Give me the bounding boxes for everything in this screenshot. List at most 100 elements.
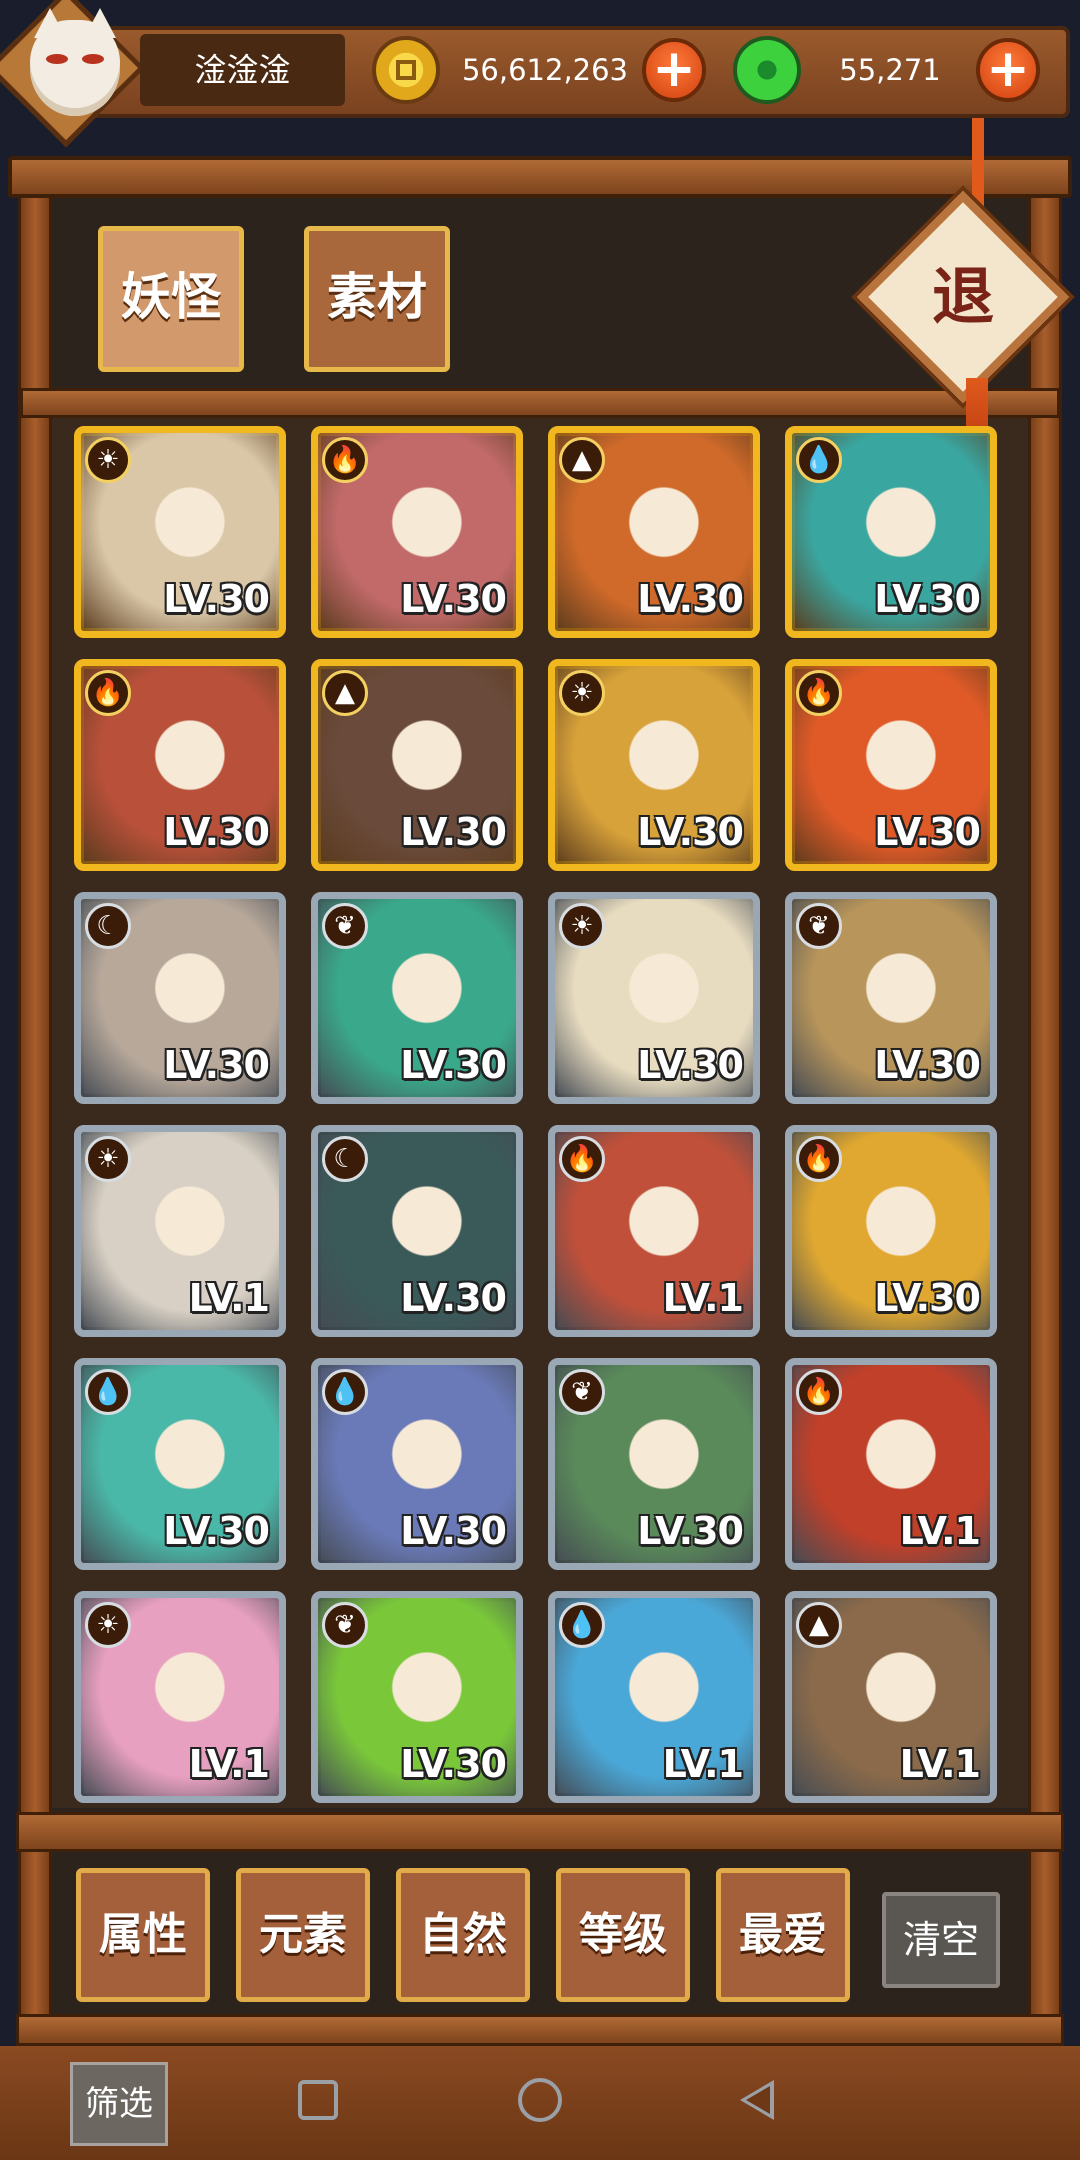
wood-element-icon: ❦ — [796, 903, 842, 949]
fire-element-icon: 🔥 — [796, 670, 842, 716]
yokai-card[interactable]: ❦ LV.30 — [548, 1358, 760, 1570]
yokai-card[interactable]: 🔥 LV.30 — [311, 426, 523, 638]
yokai-card[interactable]: 🔥 LV.1 — [785, 1358, 997, 1570]
fire-element-icon: 🔥 — [796, 1136, 842, 1182]
board-left-post — [18, 195, 52, 2055]
water-element-icon: 💧 — [796, 437, 842, 483]
yokai-card[interactable]: ☀ LV.30 — [74, 426, 286, 638]
earth-element-icon: ▲ — [322, 670, 368, 716]
yokai-level-label: LV.1 — [899, 1509, 981, 1553]
yokai-card[interactable]: ❦ LV.30 — [785, 892, 997, 1104]
water-element-icon: 💧 — [85, 1369, 131, 1415]
jade-coin-icon — [733, 36, 801, 104]
board-mid-beam — [20, 388, 1060, 418]
yokai-level-label: LV.30 — [400, 810, 507, 854]
yokai-level-label: LV.30 — [400, 1742, 507, 1786]
sun-element-icon: ☀ — [559, 903, 605, 949]
fox-mask-icon[interactable] — [30, 8, 120, 116]
top-bar: 淦淦淦 56,612,263 + 55,271 + — [0, 0, 1080, 148]
triangle-back-icon[interactable] — [740, 2080, 774, 2120]
yokai-level-label: LV.30 — [637, 1043, 744, 1087]
gold-coin-icon — [372, 36, 440, 104]
sun-element-icon: ☀ — [85, 1136, 131, 1182]
yokai-level-label: LV.30 — [400, 1043, 507, 1087]
add-gold-button[interactable]: + — [642, 38, 706, 102]
yokai-level-label: LV.30 — [637, 1509, 744, 1553]
yokai-card[interactable]: ☀ LV.1 — [74, 1125, 286, 1337]
gold-amount: 56,612,263 — [461, 53, 629, 87]
yokai-card[interactable]: 💧 LV.30 — [311, 1358, 523, 1570]
filter-attribute-button[interactable]: 属性 — [76, 1868, 210, 2002]
yokai-card[interactable]: ☀ LV.30 — [548, 892, 760, 1104]
yokai-card[interactable]: ❦ LV.30 — [311, 892, 523, 1104]
yokai-level-label: LV.1 — [188, 1276, 270, 1320]
circle-icon[interactable] — [518, 2078, 562, 2122]
yokai-card[interactable]: 💧 LV.1 — [548, 1591, 760, 1803]
yokai-level-label: LV.30 — [163, 1043, 270, 1087]
moon-element-icon: ☾ — [85, 903, 131, 949]
yokai-level-label: LV.30 — [874, 1043, 981, 1087]
yokai-level-label: LV.1 — [188, 1742, 270, 1786]
yokai-card[interactable]: ☾ LV.30 — [74, 892, 286, 1104]
filter-element-button[interactable]: 元素 — [236, 1868, 370, 2002]
fire-element-icon: 🔥 — [559, 1136, 605, 1182]
player-name: 淦淦淦 — [140, 34, 345, 106]
yokai-level-label: LV.1 — [662, 1742, 744, 1786]
sun-element-icon: ☀ — [85, 437, 131, 483]
jade-amount: 55,271 — [839, 53, 941, 87]
yokai-card[interactable]: ☾ LV.30 — [311, 1125, 523, 1337]
board-bottom-beam — [16, 2014, 1064, 2046]
yokai-card[interactable]: 💧 LV.30 — [74, 1358, 286, 1570]
yokai-level-label: LV.30 — [637, 810, 744, 854]
yokai-level-label: LV.1 — [662, 1276, 744, 1320]
fire-element-icon: 🔥 — [796, 1369, 842, 1415]
sun-element-icon: ☀ — [85, 1602, 131, 1648]
moon-element-icon: ☾ — [322, 1136, 368, 1182]
yokai-level-label: LV.30 — [400, 1276, 507, 1320]
add-jade-button[interactable]: + — [976, 38, 1040, 102]
sun-element-icon: ☀ — [559, 670, 605, 716]
filter-favorite-button[interactable]: 最爱 — [716, 1868, 850, 2002]
yokai-card[interactable]: ▲ LV.30 — [311, 659, 523, 871]
yokai-level-label: LV.30 — [400, 1509, 507, 1553]
earth-element-icon: ▲ — [796, 1602, 842, 1648]
yokai-card[interactable]: ▲ LV.1 — [785, 1591, 997, 1803]
filter-nature-button[interactable]: 自然 — [396, 1868, 530, 2002]
exit-button-label[interactable]: 退 — [888, 222, 1038, 372]
tab-materials[interactable]: 素材 — [304, 226, 450, 372]
filter-level-button[interactable]: 等级 — [556, 1868, 690, 2002]
wood-element-icon: ❦ — [559, 1369, 605, 1415]
water-element-icon: 💧 — [559, 1602, 605, 1648]
yokai-card[interactable]: ▲ LV.30 — [548, 426, 760, 638]
yokai-card[interactable]: ☀ LV.30 — [548, 659, 760, 871]
water-element-icon: 💧 — [322, 1369, 368, 1415]
yokai-card[interactable]: 💧 LV.30 — [785, 426, 997, 638]
fire-element-icon: 🔥 — [85, 670, 131, 716]
yokai-level-label: LV.30 — [163, 577, 270, 621]
yokai-card[interactable]: ☀ LV.1 — [74, 1591, 286, 1803]
yokai-card[interactable]: 🔥 LV.30 — [74, 659, 286, 871]
board-low-beam — [16, 1812, 1064, 1852]
wood-element-icon: ❦ — [322, 903, 368, 949]
yokai-card[interactable]: 🔥 LV.1 — [548, 1125, 760, 1337]
yokai-level-label: LV.30 — [163, 810, 270, 854]
fire-element-icon: 🔥 — [322, 437, 368, 483]
yokai-level-label: LV.1 — [899, 1742, 981, 1786]
yokai-card[interactable]: ❦ LV.30 — [311, 1591, 523, 1803]
yokai-card[interactable]: 🔥 LV.30 — [785, 1125, 997, 1337]
yokai-level-label: LV.30 — [874, 1276, 981, 1320]
tab-yokai[interactable]: 妖怪 — [98, 226, 244, 372]
board-top-beam — [8, 156, 1072, 198]
yokai-level-label: LV.30 — [874, 577, 981, 621]
board-right-post — [1028, 195, 1062, 2055]
square-icon[interactable] — [298, 2080, 338, 2120]
yokai-level-label: LV.30 — [163, 1509, 270, 1553]
clear-button[interactable]: 清空 — [882, 1892, 1000, 1988]
yokai-level-label: LV.30 — [400, 577, 507, 621]
yokai-card-grid: ☀ LV.30 🔥 LV.30 ▲ LV.30 💧 LV.30 🔥 LV.30 ▲ LV.30 ☀ LV.… — [74, 426, 1006, 1806]
yokai-level-label: LV.30 — [637, 577, 744, 621]
yokai-level-label: LV.30 — [874, 810, 981, 854]
earth-element-icon: ▲ — [559, 437, 605, 483]
filter-chip[interactable]: 筛选 — [70, 2062, 168, 2146]
yokai-card[interactable]: 🔥 LV.30 — [785, 659, 997, 871]
